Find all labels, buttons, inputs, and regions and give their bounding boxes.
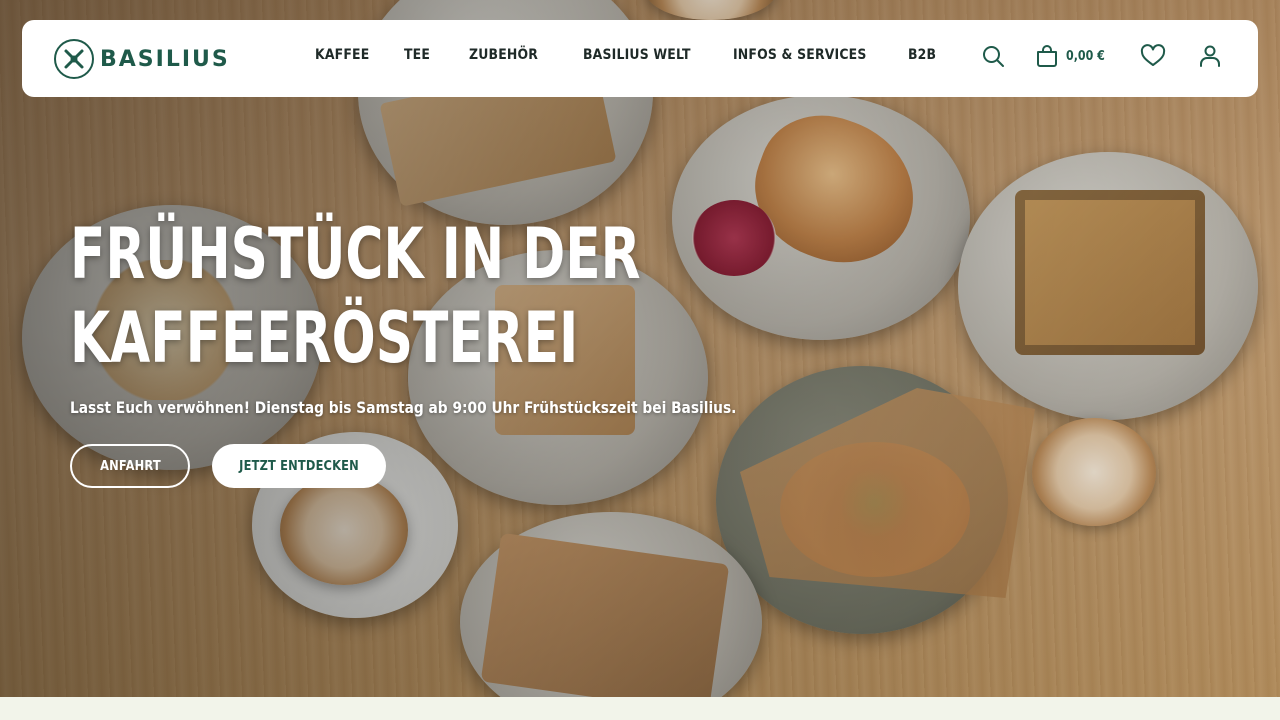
hero-title-line: FRÜHSTÜCK IN DER	[70, 213, 641, 295]
primary-nav: KAFFEE TEE ZUBEHÖR BASILIUS WELT INFOS &…	[315, 47, 941, 63]
hero-subtitle: Lasst Euch verwöhnen! Dienstag bis Samst…	[70, 398, 737, 417]
directions-button-label: ANFAHRT	[99, 458, 161, 474]
brand-name: BASILIUS	[100, 46, 230, 72]
logo-icon	[54, 39, 94, 79]
account-button[interactable]	[1198, 44, 1222, 68]
hero-title: FRÜHSTÜCK IN DER KAFFEERÖSTEREI	[70, 212, 641, 380]
discover-button-label: JETZT ENTDECKEN	[239, 458, 359, 474]
search-button[interactable]	[981, 44, 1005, 68]
heart-icon	[1140, 44, 1166, 66]
basket-icon	[1037, 45, 1058, 67]
nav-item-kaffee[interactable]: KAFFEE	[315, 47, 369, 63]
cart-button[interactable]: 0,00 €	[1035, 44, 1112, 68]
user-icon	[1200, 45, 1220, 67]
nav-item-basilius-welt[interactable]: BASILIUS WELT	[583, 47, 691, 63]
discover-button[interactable]: JETZT ENTDECKEN	[212, 444, 386, 488]
directions-button[interactable]: ANFAHRT	[70, 444, 190, 488]
wishlist-button[interactable]	[1140, 44, 1166, 68]
main-navbar: BASILIUS KAFFEE TEE ZUBEHÖR BASILIUS WEL…	[22, 20, 1258, 97]
cart-amount: 0,00 €	[1066, 48, 1106, 64]
nav-item-infos-services[interactable]: INFOS & SERVICES	[733, 47, 867, 63]
search-icon	[983, 46, 1005, 67]
next-section-strip	[0, 697, 1280, 720]
brand-logo[interactable]: BASILIUS	[54, 39, 230, 79]
nav-item-tee[interactable]: TEE	[404, 47, 430, 63]
hero-title-line: KAFFEERÖSTEREI	[70, 297, 579, 379]
nav-item-b2b[interactable]: B2B	[908, 47, 936, 63]
hero-content: FRÜHSTÜCK IN DER KAFFEERÖSTEREI Lasst Eu…	[70, 212, 841, 488]
nav-item-zubehoer[interactable]: ZUBEHÖR	[469, 47, 538, 63]
hero-banner: FRÜHSTÜCK IN DER KAFFEERÖSTEREI Lasst Eu…	[0, 0, 1280, 697]
header-actions: 0,00 €	[981, 44, 1222, 68]
